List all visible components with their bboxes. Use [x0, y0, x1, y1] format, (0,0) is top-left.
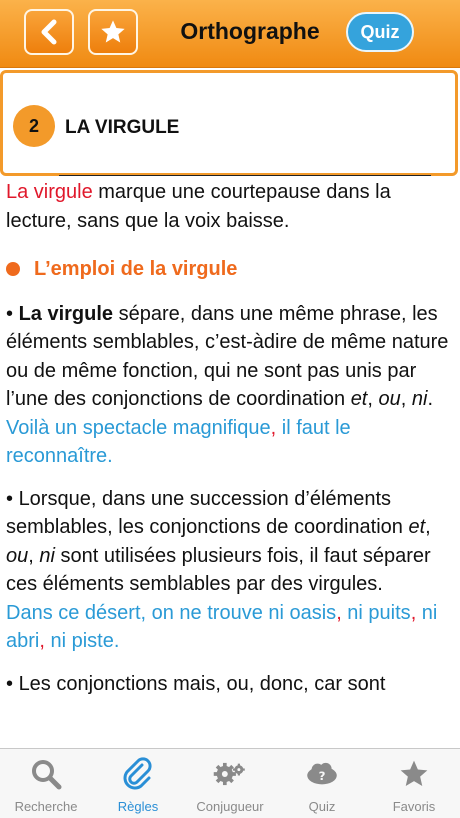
bullet-dot-icon — [6, 262, 20, 277]
intro-highlight: La virgule — [6, 181, 93, 203]
rule-content: La virgule marque une courtepause dans l… — [6, 178, 452, 698]
example2-text: ni puits — [341, 601, 411, 624]
rule1-sep: , — [367, 388, 379, 410]
tab-favoris[interactable]: Favoris — [368, 749, 460, 818]
bullet-icon: • — [6, 302, 19, 325]
back-button[interactable] — [24, 9, 74, 55]
rule2-ni: ni — [39, 544, 55, 567]
divider — [59, 175, 431, 176]
rule-paragraph-2: • Lorsque, dans une succession d’élément… — [6, 485, 452, 599]
app-header: Orthographe Quiz — [0, 0, 460, 68]
rule2-et: et — [408, 516, 426, 538]
chevron-left-icon — [41, 19, 57, 45]
rule1-et: et — [350, 388, 368, 410]
tab-conjugueur[interactable]: Conjugueur — [184, 749, 276, 818]
example-1: Voilà un spectacle magnifique, il faut l… — [6, 414, 452, 471]
tab-regles[interactable]: Règles — [92, 749, 184, 818]
section-number: 2 — [13, 105, 55, 147]
section-header: 2 LA VIRGULE — [0, 70, 458, 176]
rule1-sep: , — [400, 388, 412, 410]
rule2-sep: , — [425, 516, 431, 538]
page-title: Orthographe — [180, 18, 320, 44]
rule2-sep: , — [28, 544, 40, 567]
example-2: Dans ce désert, on ne trouve ni oasis, n… — [6, 599, 452, 656]
section-title: LA VIRGULE — [65, 117, 180, 138]
rule-paragraph-3: • Les conjonctions mais, ou, donc, car s… — [6, 670, 452, 699]
example2-text: Dans ce désert, on ne trouve ni oasis — [6, 601, 337, 624]
example1-text: Voilà un spectacle magnifique — [6, 416, 271, 439]
bullet-icon: • — [6, 672, 19, 695]
star-icon — [397, 757, 431, 791]
star-icon — [101, 20, 125, 43]
rule1-ou: ou — [378, 388, 401, 410]
gears-icon — [213, 757, 247, 791]
rule1-ni: ni — [411, 388, 428, 410]
rule2-text: sont utilisées plusieurs fois, il faut s… — [6, 544, 431, 596]
favorite-button[interactable] — [88, 9, 138, 55]
quiz-button[interactable]: Quiz — [346, 12, 414, 52]
intro-paragraph: La virgule marque une courtepause dans l… — [6, 178, 452, 235]
subheading-text: L’emploi de la virgule — [34, 258, 238, 280]
rule-paragraph-1: • La virgule sépare, dans une même phras… — [6, 300, 452, 414]
rule1-bold: La virgule — [18, 302, 114, 325]
tab-label: Recherche — [14, 799, 78, 814]
rule3-text: Les conjonctions mais, ou, donc, car son… — [18, 672, 386, 695]
bullet-icon: • — [6, 487, 19, 510]
tab-label: Conjugueur — [196, 799, 264, 814]
subheading: L’emploi de la virgule — [6, 255, 452, 284]
rule2-text: Lorsque, dans une succession d’éléments … — [6, 487, 409, 539]
tab-label: Règles — [117, 799, 159, 814]
rule2-ou: ou — [6, 544, 29, 567]
example2-text: ni piste. — [44, 630, 120, 652]
tab-quiz[interactable]: ? Quiz — [276, 749, 368, 818]
paperclip-icon — [121, 757, 155, 791]
rule1-end: . — [427, 388, 434, 410]
question-cloud-icon: ? — [305, 757, 339, 791]
tab-recherche[interactable]: Recherche — [0, 749, 92, 818]
tab-bar: Recherche Règles Conjugueur ? Quiz Favor… — [0, 748, 460, 818]
tab-label: Quiz — [308, 799, 336, 814]
search-icon — [29, 757, 63, 791]
svg-text:?: ? — [319, 769, 326, 783]
tab-label: Favoris — [392, 799, 436, 814]
